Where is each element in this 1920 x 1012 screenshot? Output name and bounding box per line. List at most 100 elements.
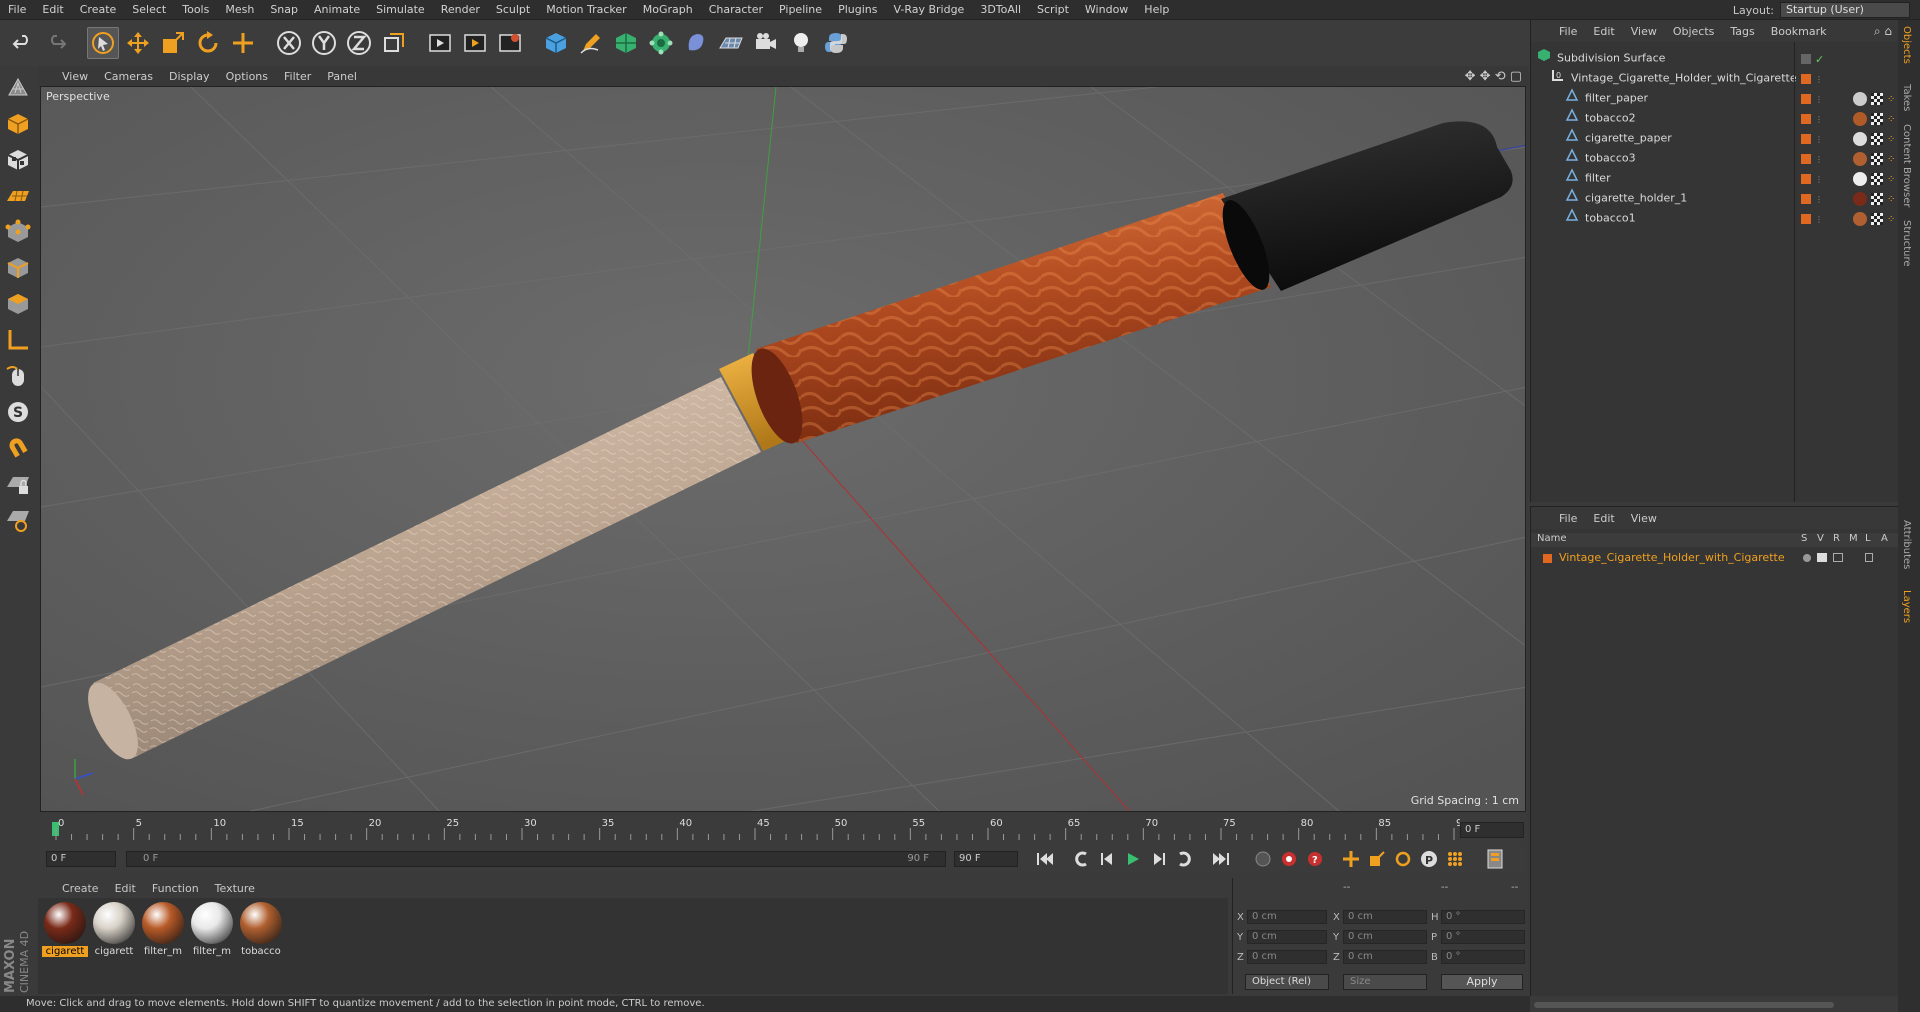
magnet-icon[interactable] (3, 432, 33, 464)
key-scale-icon[interactable] (1364, 847, 1390, 871)
material-item[interactable]: filter_m (189, 902, 235, 957)
goto-end-icon[interactable] (1208, 847, 1234, 871)
timeline-window-icon[interactable] (1482, 847, 1508, 871)
prev-key-icon[interactable] (1068, 847, 1094, 871)
viewport-nav-icons[interactable]: ✥ ✥ ⟲ ▢ (1465, 69, 1528, 84)
key-pla-icon[interactable] (1442, 847, 1468, 871)
size-x-field[interactable]: 0 cm (1343, 910, 1427, 924)
make-editable-icon[interactable] (3, 72, 33, 104)
visibility-dots-icon[interactable]: ⋮ (1815, 195, 1823, 204)
material-item[interactable]: filter_m (140, 902, 186, 957)
viewport-menu-options[interactable]: Options (218, 70, 276, 83)
selection-tag-icon[interactable]: ⁘ (1887, 154, 1895, 165)
uvw-tag-icon[interactable] (1871, 213, 1883, 225)
layout-select[interactable]: Startup (User) (1780, 2, 1910, 18)
move-icon[interactable] (122, 27, 154, 59)
menu-3dtoall[interactable]: 3DToAll (972, 0, 1029, 20)
select-icon[interactable] (87, 27, 119, 59)
render-picture-icon[interactable] (459, 27, 491, 59)
timeline-ruler[interactable]: 051015202530354045505560657075808590 (40, 814, 1526, 844)
render-view-icon[interactable] (424, 27, 456, 59)
key-rotation-icon[interactable] (1390, 847, 1416, 871)
menu-script[interactable]: Script (1029, 0, 1077, 20)
menu-snap[interactable]: Snap (262, 0, 306, 20)
object-row-subdivision[interactable]: Subdivision Surface (1531, 48, 1796, 68)
key-position-icon[interactable] (1338, 847, 1364, 871)
y-axis-icon[interactable] (308, 27, 340, 59)
visibility-dots-icon[interactable]: ⋮ (1815, 95, 1823, 104)
motion-record-icon[interactable] (1250, 847, 1276, 871)
viewport-menu-view[interactable]: View (54, 70, 96, 83)
material-item[interactable]: cigarett (91, 902, 137, 957)
objects-menu-file[interactable]: File (1551, 25, 1585, 38)
uvw-tag-icon[interactable] (1871, 133, 1883, 145)
size-y-field[interactable]: 0 cm (1343, 930, 1427, 944)
pen-icon[interactable] (575, 27, 607, 59)
axis-mode-icon[interactable] (3, 324, 33, 356)
layer-lock-icon[interactable] (1865, 553, 1873, 562)
coord-mode-select[interactable]: Object (Rel) (1245, 974, 1329, 990)
menu-tools[interactable]: Tools (174, 0, 217, 20)
world-coord-icon[interactable] (378, 27, 410, 59)
visibility-dots-icon[interactable]: ⋮ (1815, 155, 1823, 164)
play-icon[interactable] (1120, 847, 1146, 871)
menu-help[interactable]: Help (1136, 0, 1177, 20)
objects-menu-bookmark[interactable]: Bookmark (1763, 25, 1835, 38)
viewport-menu-filter[interactable]: Filter (276, 70, 319, 83)
menu-pipeline[interactable]: Pipeline (771, 0, 830, 20)
workplane-icon[interactable] (3, 180, 33, 212)
objects-menu-view[interactable]: View (1623, 25, 1665, 38)
material-menu-function[interactable]: Function (144, 882, 207, 895)
check-icon[interactable]: ✓ (1815, 53, 1824, 66)
visibility-dots-icon[interactable]: ⋮ (1815, 175, 1823, 184)
selection-tag-icon[interactable]: ⁘ (1887, 134, 1895, 145)
apply-button[interactable]: Apply (1441, 974, 1523, 990)
points-mode-icon[interactable] (3, 216, 33, 248)
menu-mograph[interactable]: MoGraph (635, 0, 701, 20)
objects-menu-tags[interactable]: Tags (1722, 25, 1762, 38)
layer-color-icon[interactable] (1801, 134, 1811, 144)
visibility-dots-icon[interactable]: ⋮ (1815, 75, 1823, 84)
menu-select[interactable]: Select (124, 0, 174, 20)
cloner-icon[interactable] (645, 27, 677, 59)
next-frame-icon[interactable] (1146, 847, 1172, 871)
start-frame-field[interactable]: 0 F (46, 851, 116, 867)
material-tag-icon[interactable] (1853, 112, 1867, 126)
camera-icon[interactable] (750, 27, 782, 59)
rotation-p-field[interactable]: 0 ° (1441, 930, 1525, 944)
size-z-field[interactable]: 0 cm (1343, 950, 1427, 964)
layer-color-icon[interactable] (1801, 194, 1811, 204)
tab-takes[interactable]: Takes (1901, 84, 1912, 111)
layer-render-icon[interactable] (1833, 553, 1843, 562)
tab-structure[interactable]: Structure (1901, 220, 1912, 267)
menu-vray-bridge[interactable]: V-Ray Bridge (885, 0, 972, 20)
subdivision-icon[interactable] (610, 27, 642, 59)
menu-mesh[interactable]: Mesh (217, 0, 262, 20)
goto-start-icon[interactable] (1032, 847, 1058, 871)
position-z-field[interactable]: 0 cm (1247, 950, 1327, 964)
material-menu-edit[interactable]: Edit (107, 882, 144, 895)
search-icon[interactable]: ⌕ ⌂ (1874, 24, 1898, 39)
layer-row[interactable]: Vintage_Cigarette_Holder_with_Cigarette (1531, 549, 1899, 567)
uvw-tag-icon[interactable] (1871, 193, 1883, 205)
object-column-divider[interactable] (1794, 42, 1795, 502)
object-row-mesh[interactable]: filter_paper (1531, 88, 1796, 108)
perspective-viewport[interactable]: Perspective Grid Spacing : 1 cm (40, 86, 1526, 812)
selection-tag-icon[interactable]: ⁘ (1887, 114, 1895, 125)
z-axis-icon[interactable] (343, 27, 375, 59)
tab-content-browser[interactable]: Content Browser (1901, 124, 1912, 207)
menu-file[interactable]: File (0, 0, 34, 20)
objects-menu-objects[interactable]: Objects (1665, 25, 1723, 38)
prev-frame-icon[interactable] (1094, 847, 1120, 871)
light-icon[interactable] (785, 27, 817, 59)
python-icon[interactable] (820, 27, 852, 59)
uvw-tag-icon[interactable] (1871, 113, 1883, 125)
menu-plugins[interactable]: Plugins (830, 0, 885, 20)
material-menu-create[interactable]: Create (54, 882, 107, 895)
key-param-icon[interactable]: P (1416, 847, 1442, 871)
object-row-mesh[interactable]: cigarette_paper (1531, 128, 1796, 148)
deformer-icon[interactable] (680, 27, 712, 59)
layer-color-icon[interactable] (1801, 154, 1811, 164)
menu-motion-tracker[interactable]: Motion Tracker (538, 0, 634, 20)
layers-menu-file[interactable]: File (1551, 512, 1585, 525)
